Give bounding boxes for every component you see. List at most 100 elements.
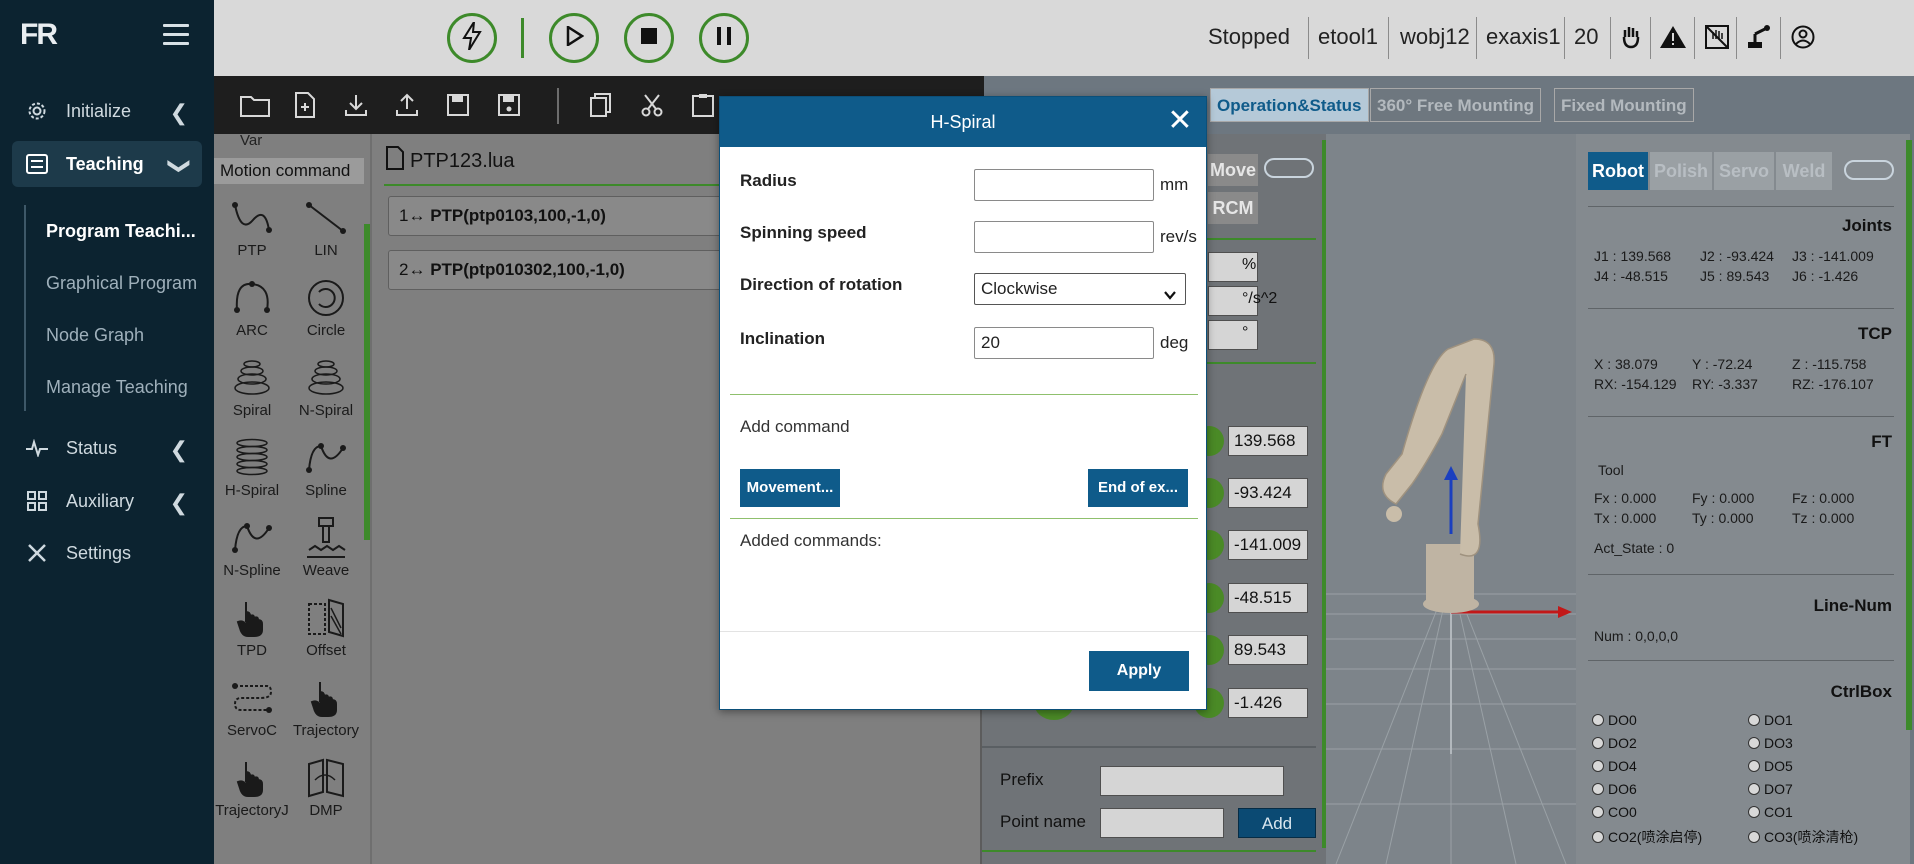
subnav-node-graph[interactable]: Node Graph xyxy=(46,325,144,346)
more-options-icon[interactable] xyxy=(1264,158,1314,178)
j3-value[interactable]: -141.009 xyxy=(1228,530,1308,560)
cmd-h-spiral[interactable]: H-Spiral xyxy=(215,436,289,499)
subnav-manage-teaching[interactable]: Manage Teaching xyxy=(46,377,188,398)
exaxis-indicator[interactable]: exaxis1 xyxy=(1486,24,1561,50)
tab-360-free-mounting[interactable]: 360° Free Mounting xyxy=(1370,88,1541,122)
nav-teaching[interactable]: Teaching ❮ xyxy=(12,141,202,187)
ctrlbox-radio[interactable]: DO4 xyxy=(1592,758,1637,774)
upload-icon[interactable] xyxy=(392,90,422,120)
point-name-input[interactable] xyxy=(1100,808,1224,838)
speed-input[interactable] xyxy=(974,221,1154,253)
speed-indicator[interactable]: 20 xyxy=(1574,24,1598,50)
ctrlbox-radio[interactable]: DO5 xyxy=(1748,758,1793,774)
prefix-input[interactable] xyxy=(1100,766,1284,796)
tab-fixed-mounting[interactable]: Fixed Mounting xyxy=(1554,88,1694,122)
cmd-servoc[interactable]: ServoC xyxy=(215,676,289,739)
cmd-n-spiral[interactable]: N-Spiral xyxy=(289,356,363,419)
stop-button[interactable] xyxy=(624,13,674,63)
play-button[interactable] xyxy=(549,13,599,63)
direction-select[interactable]: Clockwise xyxy=(974,273,1186,305)
save-icon[interactable] xyxy=(443,90,473,120)
user-icon[interactable] xyxy=(1788,22,1818,52)
paste-icon[interactable] xyxy=(688,90,718,120)
ctrlbox-label: DO7 xyxy=(1764,781,1793,797)
j1-value[interactable]: 139.568 xyxy=(1228,426,1308,456)
cut-icon[interactable] xyxy=(637,90,667,120)
save-as-icon[interactable] xyxy=(494,90,524,120)
cmd-circle[interactable]: Circle xyxy=(289,276,363,339)
ctrlbox-radio[interactable]: CO2(喷涂启停) xyxy=(1592,827,1702,847)
j5-value[interactable]: 89.543 xyxy=(1228,635,1308,665)
tab-operation-status[interactable]: Operation&Status xyxy=(1210,88,1369,122)
ptp-icon xyxy=(230,196,274,240)
open-folder-icon[interactable] xyxy=(240,90,270,120)
var-category[interactable]: Var xyxy=(240,132,262,149)
movement-button[interactable]: Movement... xyxy=(740,469,840,507)
cmd-weave[interactable]: Weave xyxy=(289,516,363,579)
robot-arm-icon[interactable] xyxy=(1744,22,1774,52)
cmd-trajectory[interactable]: Trajectory xyxy=(289,676,363,739)
nav-auxiliary[interactable]: Auxiliary ❮ xyxy=(12,478,202,524)
act-state: Act_State : 0 xyxy=(1594,540,1675,556)
download-icon[interactable] xyxy=(341,90,371,120)
file-tab[interactable]: PTP123.lua xyxy=(386,146,515,176)
ctrlbox-radio[interactable]: DO3 xyxy=(1748,735,1793,751)
prefix-label: Prefix xyxy=(1000,770,1044,789)
tab-servo[interactable]: Servo xyxy=(1714,152,1774,190)
workobj-indicator[interactable]: wobj12 xyxy=(1400,24,1470,50)
more-options-icon[interactable] xyxy=(1844,160,1894,180)
cmd-offset[interactable]: Offset xyxy=(289,596,363,659)
robot-3d-viewport[interactable] xyxy=(1326,134,1576,864)
ctrlbox-radio[interactable]: DO7 xyxy=(1748,781,1793,797)
cmd-n-spline[interactable]: N-Spline xyxy=(215,516,289,579)
nav-initialize[interactable]: Initialize ❮ xyxy=(12,88,202,134)
ctrlbox-radio[interactable]: DO6 xyxy=(1592,781,1637,797)
cmd-lin[interactable]: LIN xyxy=(289,196,363,259)
ctrlbox-radio[interactable]: CO3(喷涂清枪) xyxy=(1748,827,1858,847)
close-icon[interactable]: ✕ xyxy=(1166,106,1194,136)
gear-icon xyxy=(26,100,48,122)
rcm-button[interactable]: RCM xyxy=(1208,192,1258,224)
cmd-trajectoryj[interactable]: TrajectoryJ xyxy=(215,756,289,819)
cmd-spline[interactable]: Spline xyxy=(289,436,363,499)
nav-status[interactable]: Status ❮ xyxy=(12,425,202,471)
ctrlbox-radio[interactable]: DO1 xyxy=(1748,712,1793,728)
j2-value[interactable]: -93.424 xyxy=(1228,478,1308,508)
hand-icon[interactable] xyxy=(1616,22,1646,52)
tab-weld[interactable]: Weld xyxy=(1776,152,1832,190)
subnav-graphical-program[interactable]: Graphical Program xyxy=(46,273,197,294)
nav-settings[interactable]: Settings xyxy=(12,530,202,576)
warning-icon[interactable] xyxy=(1658,22,1688,52)
pause-button[interactable] xyxy=(699,13,749,63)
ctrlbox-radio[interactable]: DO0 xyxy=(1592,712,1637,728)
subnav-program-teaching[interactable]: Program Teachi... xyxy=(46,221,196,242)
menu-toggle-icon[interactable] xyxy=(163,24,189,46)
tab-polish[interactable]: Polish xyxy=(1650,152,1712,190)
new-file-icon[interactable] xyxy=(290,90,320,120)
ctrlbox-radio[interactable]: CO1 xyxy=(1748,804,1793,820)
cmd-ptp[interactable]: PTP xyxy=(215,196,289,259)
step-input[interactable] xyxy=(1208,320,1258,350)
info-panel-scrollbar[interactable] xyxy=(1906,140,1912,730)
tab-robot[interactable]: Robot xyxy=(1588,152,1648,190)
inclination-input[interactable]: 20 xyxy=(974,327,1154,359)
ctrlbox-radio[interactable]: DO2 xyxy=(1592,735,1637,751)
ctrlbox-radio[interactable]: CO0 xyxy=(1592,804,1637,820)
no-hand-icon[interactable] xyxy=(1702,22,1732,52)
motion-command-header[interactable]: Motion command xyxy=(214,158,364,184)
j4-value[interactable]: -48.515 xyxy=(1228,583,1308,613)
cmd-dmp[interactable]: DMP xyxy=(289,756,363,819)
add-point-button[interactable]: Add xyxy=(1238,808,1316,838)
enable-button[interactable] xyxy=(447,13,497,63)
cmd-arc[interactable]: ARC xyxy=(215,276,289,339)
j6-value[interactable]: -1.426 xyxy=(1228,688,1308,718)
cmd-tpd[interactable]: TPD xyxy=(215,596,289,659)
hand-pointer-icon xyxy=(230,596,274,640)
end-of-execution-button[interactable]: End of ex... xyxy=(1088,469,1188,507)
cmd-spiral[interactable]: Spiral xyxy=(215,356,289,419)
apply-button[interactable]: Apply xyxy=(1089,651,1189,691)
radius-input[interactable] xyxy=(974,169,1154,201)
copy-icon[interactable] xyxy=(586,90,616,120)
move-button[interactable]: Move xyxy=(1208,154,1258,186)
tool-indicator[interactable]: etool1 xyxy=(1318,24,1378,50)
